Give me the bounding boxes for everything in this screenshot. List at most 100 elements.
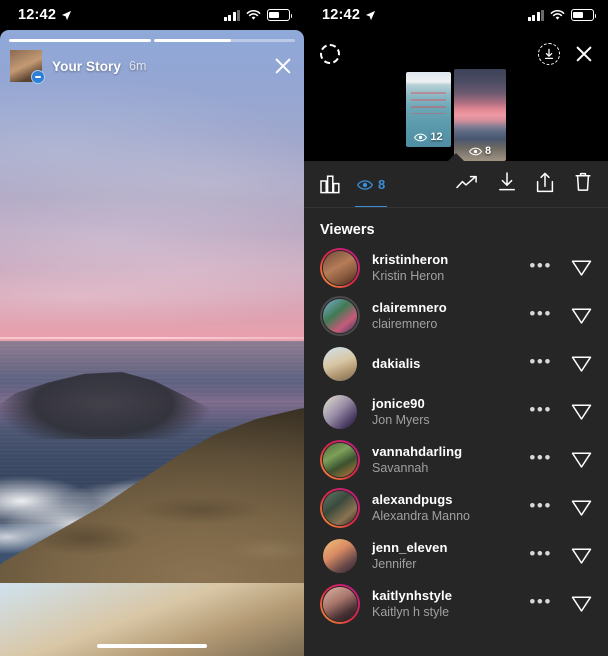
progress-segment[interactable] xyxy=(153,39,295,42)
your-story-avatar[interactable] xyxy=(10,50,45,84)
progress-segment[interactable] xyxy=(9,39,151,42)
table-row[interactable]: kaitlynhstyle Kaitlyn h style ••• xyxy=(304,580,608,628)
more-dots-icon[interactable]: ••• xyxy=(529,449,552,471)
viewer-text: kaitlynhstyle Kaitlyn h style xyxy=(372,587,452,621)
views-count-group: 8 xyxy=(357,177,385,192)
avatar[interactable] xyxy=(320,488,360,528)
story-media[interactable]: Your Story 6m xyxy=(0,30,304,583)
send-message-icon[interactable] xyxy=(570,498,592,518)
table-row[interactable]: kristinheron Kristin Heron ••• xyxy=(304,244,608,292)
viewer-text: dakialis xyxy=(372,355,421,372)
viewer-fullname: Alexandra Manno xyxy=(372,509,470,524)
table-row[interactable]: alexandpugs Alexandra Manno ••• xyxy=(304,484,608,532)
send-message-icon[interactable] xyxy=(570,402,592,422)
insights-header: 12 8 xyxy=(304,30,608,162)
tab-viewers[interactable]: 8 xyxy=(355,161,388,208)
table-row[interactable]: jonice90 Jon Myers ••• xyxy=(304,388,608,436)
thumb-view-count: 12 xyxy=(406,131,451,143)
viewer-username[interactable]: kristinheron xyxy=(372,251,448,268)
viewer-text: vannahdarling Savannah xyxy=(372,443,462,477)
avatar[interactable] xyxy=(320,296,360,336)
cellular-signal-icon xyxy=(527,9,544,21)
viewer-fullname: Jennifer xyxy=(372,557,417,572)
wifi-icon xyxy=(550,9,565,20)
insights-tabs: 8 xyxy=(320,161,388,208)
more-dots-icon[interactable]: ••• xyxy=(529,497,552,519)
more-dots-icon[interactable]: ••• xyxy=(529,257,552,279)
table-row[interactable]: dakialis ••• xyxy=(304,340,608,388)
table-row[interactable]: clairemnero clairemnero ••• xyxy=(304,292,608,340)
save-button[interactable] xyxy=(498,172,516,197)
avatar[interactable] xyxy=(320,392,360,432)
viewer-text: alexandpugs Alexandra Manno xyxy=(372,491,470,525)
avatar[interactable] xyxy=(320,584,360,624)
send-message-icon[interactable] xyxy=(570,354,592,374)
viewer-username[interactable]: jonice90 xyxy=(372,395,430,412)
more-dots-icon[interactable]: ••• xyxy=(529,593,552,615)
tab-insights[interactable] xyxy=(320,161,340,208)
download-icon xyxy=(499,172,515,191)
avatar[interactable] xyxy=(320,344,360,384)
viewer-text: clairemnero clairemnero xyxy=(372,299,447,333)
send-message-icon[interactable] xyxy=(570,546,592,566)
delete-button[interactable] xyxy=(574,172,592,197)
send-message-icon[interactable] xyxy=(570,306,592,326)
table-row[interactable]: vannahdarling Savannah ••• xyxy=(304,436,608,484)
viewer-fullname: Kaitlyn h style xyxy=(372,605,450,620)
more-dots-icon[interactable]: ••• xyxy=(529,401,552,423)
wifi-icon xyxy=(246,9,261,20)
status-time: 12:42 xyxy=(322,7,361,23)
battery-icon xyxy=(267,9,293,21)
avatar[interactable] xyxy=(320,536,360,576)
status-bar-left: 12:42 xyxy=(0,0,304,30)
avatar[interactable] xyxy=(320,440,360,480)
dual-phone-screenshot: 12:42 Your Story 6m 12:42 12 8 8 Viewers… xyxy=(0,0,608,656)
send-message-icon[interactable] xyxy=(570,258,592,278)
viewer-fullname: Savannah xyxy=(372,461,429,476)
home-indicator xyxy=(97,643,207,648)
views-count: 8 xyxy=(378,177,386,192)
horizon-line xyxy=(0,336,304,339)
story-progress-bars[interactable] xyxy=(9,39,295,42)
insights-button[interactable] xyxy=(456,175,478,195)
eye-icon xyxy=(414,133,428,141)
cellular-signal-icon xyxy=(223,9,240,21)
seen-by-avatars xyxy=(0,583,304,656)
viewer-username[interactable]: clairemnero xyxy=(372,299,447,316)
viewer-username[interactable]: alexandpugs xyxy=(372,491,470,508)
viewer-username[interactable]: vannahdarling xyxy=(372,443,462,460)
more-dots-icon[interactable]: ••• xyxy=(529,545,552,567)
viewer-text: jenn_eleven Jennifer xyxy=(372,539,448,573)
avatar xyxy=(0,583,304,656)
story-thumb-1[interactable]: 12 xyxy=(406,72,451,147)
share-button[interactable] xyxy=(536,172,554,198)
more-dots-icon[interactable]: ••• xyxy=(529,305,552,327)
seen-by-group[interactable]: Seen by 8 xyxy=(0,583,304,656)
viewer-fullname: clairemnero xyxy=(372,317,438,332)
send-message-icon[interactable] xyxy=(570,594,592,614)
story-bottom-bar: Seen by 8 Facebook Highlight xyxy=(0,583,304,656)
trending-up-icon xyxy=(456,175,477,188)
status-bar-right-group xyxy=(527,9,597,21)
battery-icon xyxy=(571,9,597,21)
story-thumb-2[interactable]: 8 xyxy=(454,69,506,161)
more-dots-icon[interactable]: ••• xyxy=(529,353,552,375)
close-friends-badge-icon xyxy=(31,70,45,84)
status-bar-right-group xyxy=(223,9,293,21)
viewer-text: jonice90 Jon Myers xyxy=(372,395,430,429)
story-username[interactable]: Your Story xyxy=(52,59,121,74)
viewer-username[interactable]: kaitlynhstyle xyxy=(372,587,452,604)
send-message-icon[interactable] xyxy=(570,450,592,470)
table-row[interactable]: jenn_eleven Jennifer ••• xyxy=(304,532,608,580)
viewers-list: kristinheron Kristin Heron ••• clairemne… xyxy=(304,244,608,634)
status-bar-left-group: 12:42 xyxy=(322,7,376,23)
viewer-username[interactable]: dakialis xyxy=(372,355,421,372)
viewer-username[interactable]: jenn_eleven xyxy=(372,539,448,556)
story-thumbnail-strip: 12 8 xyxy=(304,56,608,161)
location-arrow-icon xyxy=(62,10,72,20)
avatar[interactable] xyxy=(320,248,360,288)
share-icon xyxy=(536,172,554,192)
toolbar-divider xyxy=(304,207,608,208)
viewer-fullname: Kristin Heron xyxy=(372,269,445,284)
close-icon[interactable] xyxy=(272,55,294,77)
